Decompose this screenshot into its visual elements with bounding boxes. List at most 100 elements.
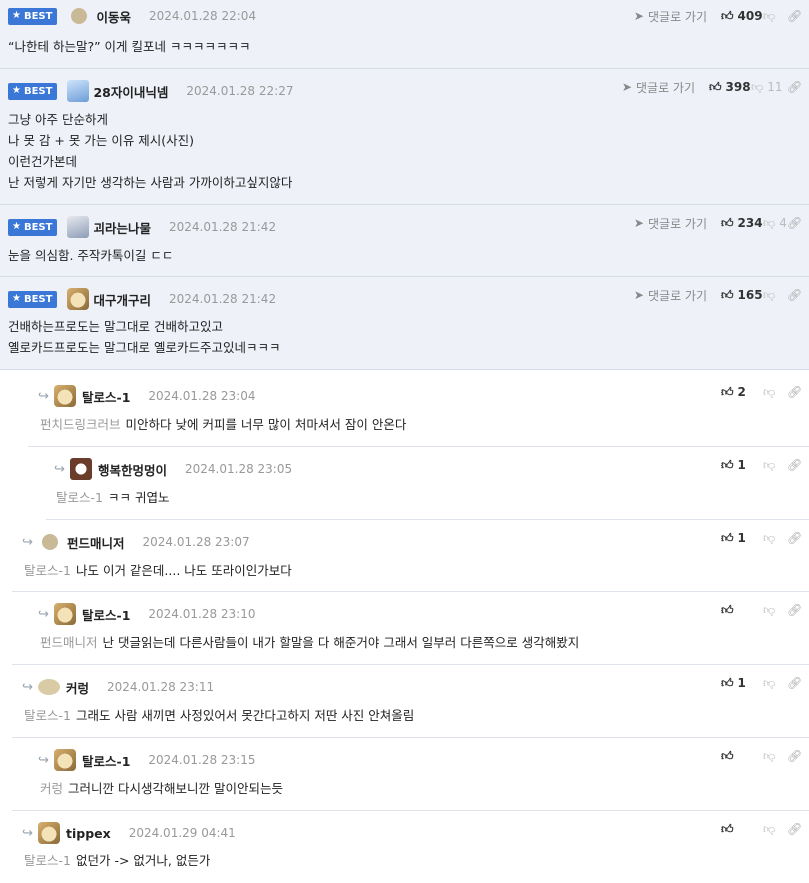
thumbs-down-icon: 👎︎ xyxy=(763,9,776,23)
link-icon[interactable]: 🔗︎ xyxy=(787,288,802,302)
reply-comment: ↪ 커렁 2024.01.28 23:11 👍︎ 1 👎︎ 🔗︎ 탈로스-1 그래도… xyxy=(12,665,809,738)
nickname[interactable]: 펀드매니저 xyxy=(67,533,125,552)
avatar[interactable] xyxy=(67,80,90,102)
star-icon: ★ xyxy=(12,293,21,304)
upvote-button[interactable]: 👍︎ 234 xyxy=(721,216,763,230)
link-icon[interactable]: 🔗︎ xyxy=(787,603,802,617)
reply-arrow-icon: ↪ xyxy=(22,679,33,695)
downvote-button[interactable]: 👎︎ xyxy=(763,10,787,22)
upvote-button[interactable]: 👍︎ 409 xyxy=(721,9,763,23)
link-icon[interactable]: 🔗︎ xyxy=(787,80,802,94)
upvote-button[interactable]: 👍︎ 1 xyxy=(721,458,763,472)
upvote-button[interactable]: 👍︎ 398 xyxy=(709,80,751,94)
downvote-button[interactable]: 👎︎ xyxy=(763,532,787,544)
comment-date: 2024.01.28 23:11 xyxy=(107,680,215,694)
downvote-button[interactable]: 👎︎ xyxy=(763,677,787,689)
mention[interactable]: 탈로스-1 xyxy=(56,490,103,505)
downvote-button[interactable]: 👎︎ xyxy=(763,604,787,616)
comment-text: 눈을 의심함. 주작카톡이길 ㄷㄷ xyxy=(8,248,174,263)
reply-comment: ↪ 행복한멍멍이 2024.01.28 23:05 👍︎ 1 👎︎ 🔗︎ 탈로스-… xyxy=(46,447,809,520)
comment-text: 나도 이거 같은데.... 나도 또라이인가보다 xyxy=(75,563,292,578)
thumbs-up-icon: 👍︎ xyxy=(721,288,734,302)
reply-arrow-icon: ↪ xyxy=(38,752,49,768)
comment-text: 그래도 사람 새끼면 사정있어서 못간다고하지 저딴 사진 안쳐올림 xyxy=(75,708,415,723)
comment-text: 미안하다 낮에 커피를 너무 많이 처마셔서 잠이 안온다 xyxy=(125,417,407,432)
avatar[interactable] xyxy=(42,534,58,550)
send-icon: ➤ xyxy=(621,80,632,94)
best-comment: ★ BEST 이동욱 2024.01.28 22:04 ➤ 댓글로 가기 👍︎ 409… xyxy=(0,0,809,69)
link-icon[interactable]: 🔗︎ xyxy=(787,458,802,472)
comment-text: 건배하는프로도는 말그대로 건배하고있고 xyxy=(8,319,223,334)
reply-arrow-icon: ↪ xyxy=(54,461,65,477)
thumbs-down-icon: 👎︎ xyxy=(763,676,776,690)
thumbs-up-icon: 👍︎ xyxy=(721,385,734,399)
avatar[interactable] xyxy=(38,822,60,844)
thumbs-up-icon: 👍︎ xyxy=(721,822,734,836)
avatar[interactable] xyxy=(67,288,90,310)
nickname[interactable]: tippex xyxy=(66,826,111,841)
nickname[interactable]: 28자이내닉넴 xyxy=(93,82,168,101)
downvote-button[interactable]: 👎︎ 4 xyxy=(763,216,787,230)
link-icon[interactable]: 🔗︎ xyxy=(787,749,802,763)
thumbs-up-icon: 👍︎ xyxy=(709,80,722,94)
nickname[interactable]: 괴라는나물 xyxy=(93,218,151,237)
link-icon[interactable]: 🔗︎ xyxy=(787,822,802,836)
link-icon[interactable]: 🔗︎ xyxy=(787,216,802,230)
nickname[interactable]: 대구개구리 xyxy=(93,290,151,309)
goto-comment-link[interactable]: ➤ 댓글로 가기 xyxy=(634,8,707,25)
upvote-button[interactable]: 👍︎ 2 xyxy=(721,385,763,399)
upvote-button[interactable]: 👍︎ xyxy=(721,750,763,762)
downvote-button[interactable]: 👎︎ xyxy=(763,750,787,762)
avatar[interactable] xyxy=(54,603,76,625)
nickname[interactable]: 탈로스-1 xyxy=(82,387,130,406)
mention[interactable]: 펀드매니저 xyxy=(40,635,98,650)
link-icon[interactable]: 🔗︎ xyxy=(787,9,802,23)
avatar[interactable] xyxy=(54,385,76,407)
avatar[interactable] xyxy=(67,216,90,238)
mention[interactable]: 커렁 xyxy=(40,781,63,796)
comment-text: 옐로카드프로도는 말그대로 옐로카드주고있네ㅋㅋㅋ xyxy=(8,340,281,355)
upvote-button[interactable]: 👍︎ xyxy=(721,604,763,616)
upvote-button[interactable]: 👍︎ 1 xyxy=(721,531,763,545)
mention[interactable]: 펀치드링크러브 xyxy=(40,417,121,432)
goto-comment-link[interactable]: ➤ 댓글로 가기 xyxy=(634,287,707,304)
downvote-button[interactable]: 👎︎ xyxy=(763,289,787,301)
upvote-button[interactable]: 👍︎ xyxy=(721,823,763,835)
comment-date: 2024.01.28 23:07 xyxy=(142,535,250,549)
avatar[interactable] xyxy=(54,749,76,771)
link-icon[interactable]: 🔗︎ xyxy=(787,385,802,399)
downvote-button[interactable]: 👎︎ 11 xyxy=(751,80,787,94)
downvote-button[interactable]: 👎︎ xyxy=(763,823,787,835)
mention[interactable]: 탈로스-1 xyxy=(24,708,71,723)
comment-text: ㅋㅋ 귀엽노 xyxy=(107,490,170,505)
nickname[interactable]: 탈로스-1 xyxy=(82,605,130,624)
goto-comment-link[interactable]: ➤ 댓글로 가기 xyxy=(634,215,707,232)
nickname[interactable]: 행복한멍멍이 xyxy=(98,460,167,479)
downvote-button[interactable]: 👎︎ xyxy=(763,386,787,398)
avatar[interactable] xyxy=(71,8,88,24)
thumbs-down-icon: 👎︎ xyxy=(763,749,776,763)
link-icon[interactable]: 🔗︎ xyxy=(787,676,802,690)
thumbs-up-icon: 👍︎ xyxy=(721,676,734,690)
comment-text: 난 댓글읽는데 다른사람들이 내가 할말을 다 해준거야 그래서 일부러 다른쪽… xyxy=(102,635,580,650)
avatar[interactable] xyxy=(70,458,92,480)
upvote-button[interactable]: 👍︎ 1 xyxy=(721,676,763,690)
nickname[interactable]: 탈로스-1 xyxy=(82,751,130,770)
mention[interactable]: 탈로스-1 xyxy=(24,853,71,868)
goto-comment-link[interactable]: ➤ 댓글로 가기 xyxy=(622,79,695,96)
reply-arrow-icon: ↪ xyxy=(22,534,33,550)
send-icon: ➤ xyxy=(633,216,644,230)
thumbs-down-icon: 👎︎ xyxy=(763,288,776,302)
best-badge: ★ BEST xyxy=(8,7,58,25)
send-icon: ➤ xyxy=(633,288,644,302)
avatar[interactable] xyxy=(38,679,60,695)
comment-date: 2024.01.28 21:42 xyxy=(168,220,277,234)
mention[interactable]: 탈로스-1 xyxy=(24,563,71,578)
downvote-button[interactable]: 👎︎ xyxy=(763,459,787,471)
thumbs-down-icon: 👎︎ xyxy=(751,80,764,94)
comment-text: 그러니깐 다시생각해보니깐 말이안되는듯 xyxy=(68,781,283,796)
nickname[interactable]: 커렁 xyxy=(66,678,89,697)
nickname[interactable]: 이동욱 xyxy=(96,7,131,26)
upvote-button[interactable]: 👍︎ 165 xyxy=(721,288,763,302)
link-icon[interactable]: 🔗︎ xyxy=(787,531,802,545)
